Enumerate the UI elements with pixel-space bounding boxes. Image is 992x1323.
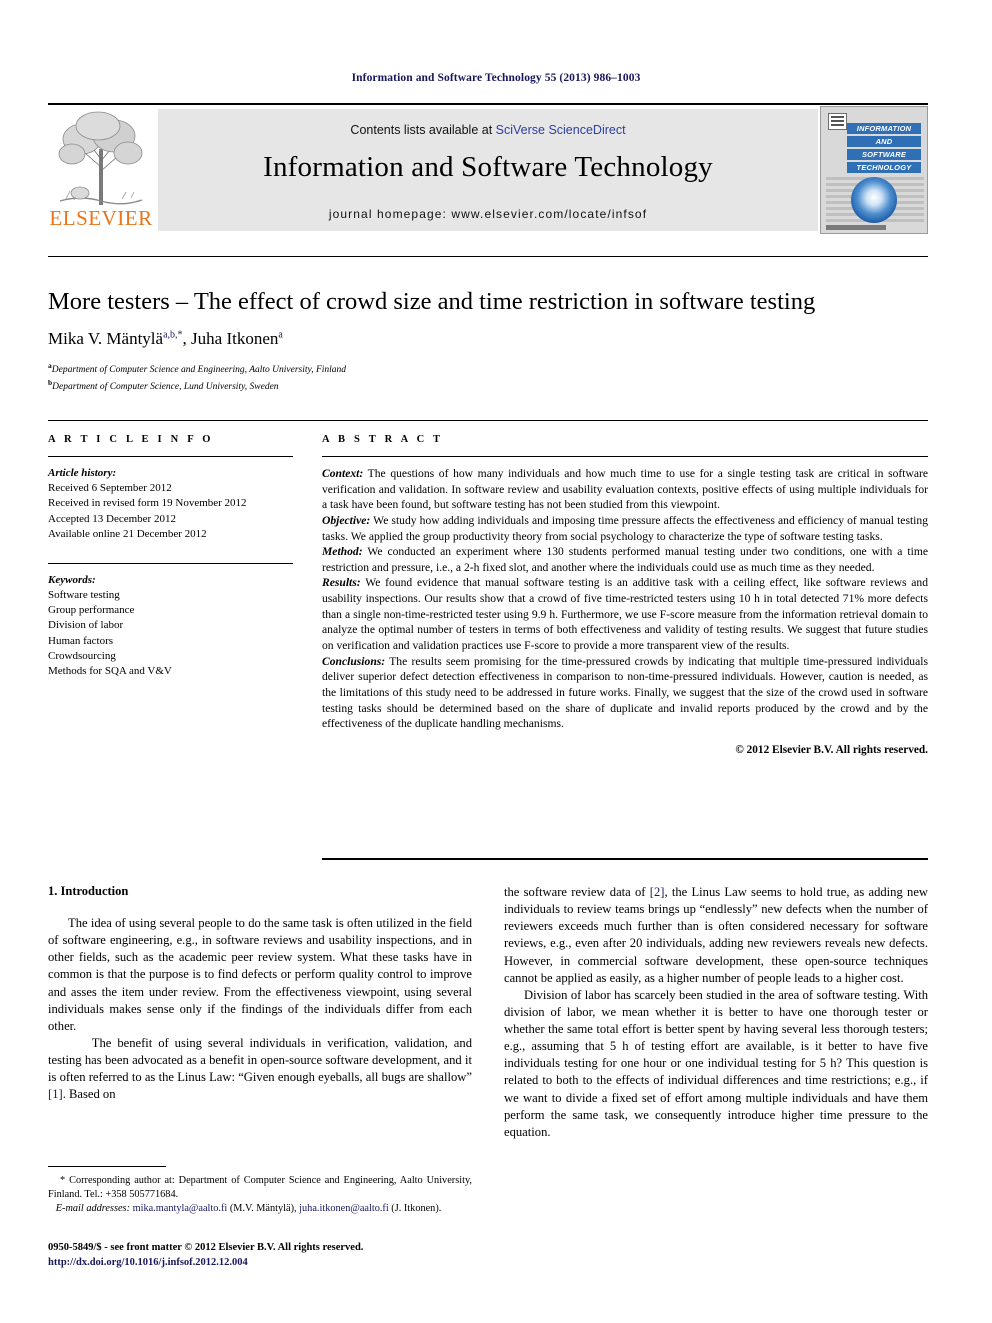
keyword-item: Methods for SQA and V&V — [48, 664, 172, 677]
abstract-lead: Objective: — [322, 513, 371, 527]
keyword-item: Group performance — [48, 604, 135, 617]
keyword-item: Crowdsourcing — [48, 649, 116, 662]
section-heading-introduction: 1. Introduction — [48, 884, 129, 898]
corresponding-author-note: * Corresponding author at: Department of… — [48, 1174, 472, 1202]
author-name-1: Mika V. Mäntylä — [48, 329, 164, 348]
cover-title-line-1: INFORMATION — [847, 123, 921, 134]
email-address-2[interactable]: juha.itkonen@aalto.fi — [299, 1203, 389, 1214]
abstract-paragraph: Conclusions: The results seem promising … — [322, 654, 928, 732]
cover-footer-bar — [826, 225, 886, 230]
abstract-text: The questions of how many individuals an… — [322, 467, 928, 512]
page-title: More testers – The effect of crowd size … — [48, 288, 816, 315]
abstract-paragraph: Objective: We study how adding individua… — [322, 513, 928, 544]
journal-homepage-link[interactable]: journal homepage: www.elsevier.com/locat… — [158, 207, 818, 221]
abstract-lead: Context: — [322, 467, 364, 480]
abstract-column: A B S T R A C T Context: The questions o… — [322, 434, 928, 758]
body-paragraph: the software review data of [2], the Lin… — [504, 885, 928, 985]
footnote-divider — [48, 1166, 166, 1167]
running-head: Information and Software Technology 55 (… — [351, 72, 641, 84]
article-history-block: Article history: Received 6 September 20… — [48, 466, 293, 542]
abstract-bottom-rule — [322, 858, 928, 860]
citation-ref[interactable]: [2] — [650, 885, 665, 899]
body-paragraph: The idea of using several people to do t… — [48, 916, 472, 1033]
keywords-label: Keywords: — [48, 573, 96, 586]
article-info-rule — [48, 456, 293, 457]
keyword-item: Division of labor — [48, 619, 124, 632]
contents-prefix: Contents lists available at — [350, 123, 496, 137]
corresponding-text: Corresponding author at: Department of C… — [48, 1175, 472, 1200]
abstract-text: We study how adding individuals and impo… — [322, 513, 928, 543]
author-marks-1: a,b,* — [163, 329, 183, 341]
affiliation-list: aDepartment of Computer Science and Engi… — [48, 361, 928, 394]
author-marks-2: a — [278, 329, 283, 341]
article-info-column: A R T I C L E I N F O Article history: R… — [48, 434, 293, 679]
issn-copyright-line: 0950-5849/$ - see front matter © 2012 El… — [48, 1242, 364, 1253]
affiliation-a: aDepartment of Computer Science and Engi… — [48, 361, 928, 378]
journal-masthead: ELSEVIER Contents lists available at Sci… — [48, 103, 928, 234]
abstract-paragraph: Method: We conducted an experiment where… — [322, 544, 928, 575]
cover-disc-graphic — [851, 177, 897, 223]
cover-title-line-3: SOFTWARE — [847, 149, 921, 160]
email-label: E-mail addresses: — [55, 1203, 130, 1214]
author-name-2: Juha Itkonen — [191, 329, 279, 348]
email-address-1[interactable]: mika.mantyla@aalto.fi — [133, 1203, 228, 1214]
cover-title-line-4: TECHNOLOGY — [847, 162, 921, 173]
title-divider — [48, 256, 928, 257]
email-owner-1: (M.V. Mäntylä), — [227, 1203, 300, 1214]
body-paragraph: The benefit of using several individuals… — [48, 1035, 472, 1102]
keyword-item: Software testing — [48, 589, 120, 602]
contents-list-line: Contents lists available at SciVerse Sci… — [158, 123, 818, 137]
history-item: Accepted 13 December 2012 — [48, 512, 176, 525]
email-note: E-mail addresses: mika.mantyla@aalto.fi … — [48, 1202, 472, 1216]
history-item: Received 6 September 2012 — [48, 482, 172, 495]
article-info-heading: A R T I C L E I N F O — [48, 434, 214, 445]
masthead-top-rule — [48, 103, 928, 105]
abstract-text: We found evidence that manual software t… — [322, 576, 928, 653]
abstract-copyright: © 2012 Elsevier B.V. All rights reserved… — [735, 743, 928, 756]
paper-page: Information and Software Technology 55 (… — [0, 0, 992, 1323]
journal-cover-thumbnail: INFORMATION AND SOFTWARE TECHNOLOGY — [820, 106, 928, 234]
elsevier-wordmark: ELSEVIER — [49, 206, 153, 230]
keywords-rule — [48, 562, 293, 564]
abstract-paragraph: Results: We found evidence that manual s… — [322, 575, 928, 653]
imprint-block: 0950-5849/$ - see front matter © 2012 El… — [48, 1240, 488, 1270]
article-history-label: Article history: — [48, 467, 117, 479]
abstract-lead: Method: — [322, 545, 363, 559]
abstract-heading: A B S T R A C T — [322, 434, 444, 445]
info-band-top-rule — [48, 420, 928, 421]
keywords-block: Keywords: Software testing Group perform… — [48, 573, 293, 679]
history-item: Received in revised form 19 November 201… — [48, 497, 247, 510]
elsevier-tree-icon — [58, 111, 143, 205]
abstract-text: We conducted an experiment where 130 stu… — [322, 545, 928, 574]
abstract-body: Context: The questions of how many indiv… — [322, 466, 928, 758]
doi-link[interactable]: http://dx.doi.org/10.1016/j.infsof.2012.… — [48, 1255, 488, 1270]
author-list: Mika V. Mäntyläa,b,*, Juha Itkonena — [48, 329, 283, 348]
body-paragraph: Division of labor has scarcely been stud… — [504, 987, 928, 1139]
body-column-right: the software review data of [2], the Lin… — [504, 884, 928, 1141]
sciencedirect-link[interactable]: SciVerse ScienceDirect — [496, 123, 626, 137]
abstract-text: The results seem promising for the time-… — [322, 654, 928, 731]
masthead-center-box: Contents lists available at SciVerse Sci… — [158, 109, 818, 231]
journal-title: Information and Software Technology — [263, 151, 713, 183]
affiliation-text-b: Department of Computer Science, Lund Uni… — [52, 381, 279, 392]
citation-ref[interactable]: [1] — [48, 1087, 63, 1101]
affiliation-text-a: Department of Computer Science and Engin… — [51, 365, 347, 376]
elsevier-logo: ELSEVIER — [48, 109, 154, 231]
history-item: Available online 21 December 2012 — [48, 527, 207, 540]
keyword-item: Human factors — [48, 634, 114, 647]
affiliation-b: bDepartment of Computer Science, Lund Un… — [48, 378, 928, 395]
cover-title-line-2: AND — [847, 136, 921, 147]
footnote-block: * Corresponding author at: Department of… — [48, 1166, 472, 1216]
cover-publisher-badge-icon — [828, 113, 847, 130]
abstract-paragraph: Context: The questions of how many indiv… — [322, 466, 928, 513]
abstract-lead: Results: — [322, 576, 361, 590]
body-column-left: 1. Introduction The idea of using severa… — [48, 884, 472, 1103]
email-owner-2: (J. Itkonen). — [388, 1203, 442, 1214]
abstract-rule — [322, 456, 928, 457]
abstract-lead: Conclusions: — [322, 654, 386, 668]
